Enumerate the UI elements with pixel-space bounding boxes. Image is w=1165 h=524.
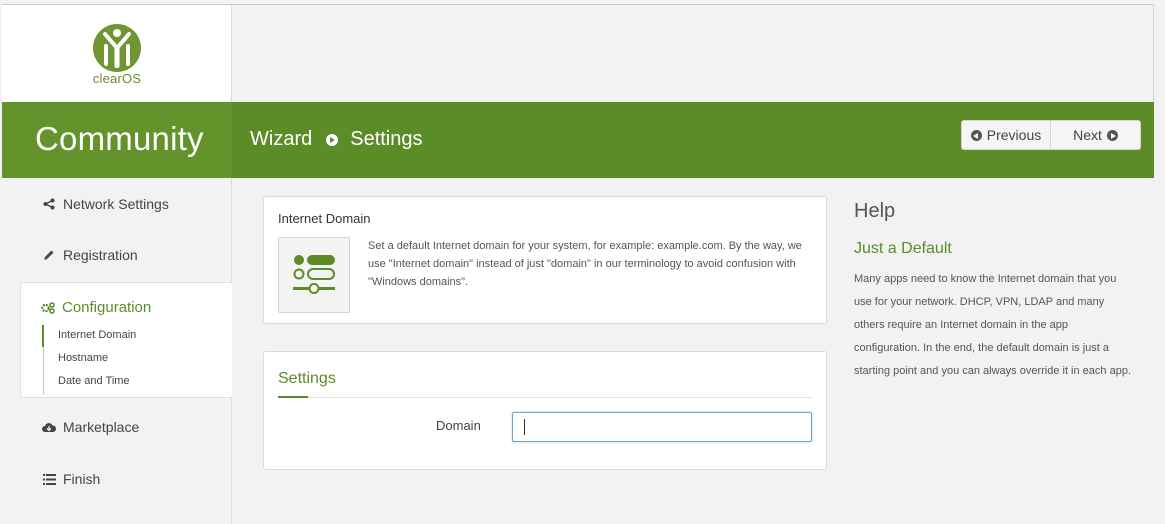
sidebar-item-finish[interactable]: Finish xyxy=(42,471,100,487)
sidebar-item-registration[interactable]: Registration xyxy=(42,247,138,263)
settings-card: Settings Domain xyxy=(263,351,827,470)
gears-icon xyxy=(41,301,55,315)
info-card-description: Set a default Internet domain for your s… xyxy=(368,240,802,288)
logo-area: clearOS xyxy=(2,5,232,102)
sidebar-item-label: Network Settings xyxy=(63,196,169,212)
pencil-icon xyxy=(42,248,56,262)
edition-panel: Community xyxy=(2,102,232,178)
list-icon xyxy=(42,472,56,486)
chevron-circle-right-icon xyxy=(326,133,339,146)
sidebar-item-label: Configuration xyxy=(62,299,152,316)
previous-button-label: Previous xyxy=(986,127,1042,143)
breadcrumb-parent[interactable]: Wizard xyxy=(250,128,312,151)
domain-label: Domain xyxy=(436,418,481,433)
sidebar-item-configuration[interactable]: Configuration xyxy=(41,299,151,316)
domain-input[interactable] xyxy=(512,412,812,442)
settings-card-title: Settings xyxy=(278,370,336,387)
share-icon xyxy=(42,197,56,211)
wizard-nav-buttons: Previous Next xyxy=(961,120,1141,150)
settings-toggles-icon xyxy=(278,237,350,313)
help-heading: Help xyxy=(854,200,896,222)
sidebar-active-section: Configuration Internet Domain Hostname D… xyxy=(20,282,232,398)
breadcrumb-current: Settings xyxy=(350,128,423,150)
info-card-title: Internet Domain xyxy=(278,211,371,226)
help-subheading: Just a Default xyxy=(854,240,952,257)
text-caret xyxy=(524,419,525,435)
subnav-item-internet-domain[interactable]: Internet Domain xyxy=(58,329,136,341)
next-button-label: Next xyxy=(1073,127,1102,143)
help-text: Many apps need to know the Internet doma… xyxy=(854,273,1131,377)
internet-domain-info-card: Internet Domain Set a default Internet d… xyxy=(263,196,827,324)
previous-button[interactable]: Previous xyxy=(962,121,1051,149)
sidebar-item-network-settings[interactable]: Network Settings xyxy=(42,196,169,212)
subnav-item-date-and-time[interactable]: Date and Time xyxy=(58,375,130,387)
clearos-logo-icon xyxy=(93,24,141,72)
chevron-circle-left-icon xyxy=(970,129,982,141)
breadcrumb: Wizard Settings xyxy=(250,128,423,151)
logo-text: clearOS xyxy=(92,71,142,86)
cloud-download-icon xyxy=(42,420,56,434)
next-button[interactable]: Next xyxy=(1051,121,1140,149)
subnav-active-marker xyxy=(42,325,44,347)
sidebar: Network Settings Registration Configurat… xyxy=(2,178,232,524)
sidebar-item-label: Finish xyxy=(63,471,101,487)
sidebar-item-label: Marketplace xyxy=(63,419,140,435)
sidebar-item-label: Registration xyxy=(63,247,138,263)
settings-divider-accent xyxy=(278,396,308,398)
title-band: Community Wizard Settings Previous Next xyxy=(2,102,1154,178)
chevron-circle-right-icon xyxy=(1106,129,1118,141)
sidebar-item-marketplace[interactable]: Marketplace xyxy=(42,419,139,435)
edition-title: Community xyxy=(35,120,204,157)
settings-divider xyxy=(278,397,812,398)
subnav-item-hostname[interactable]: Hostname xyxy=(58,352,108,364)
